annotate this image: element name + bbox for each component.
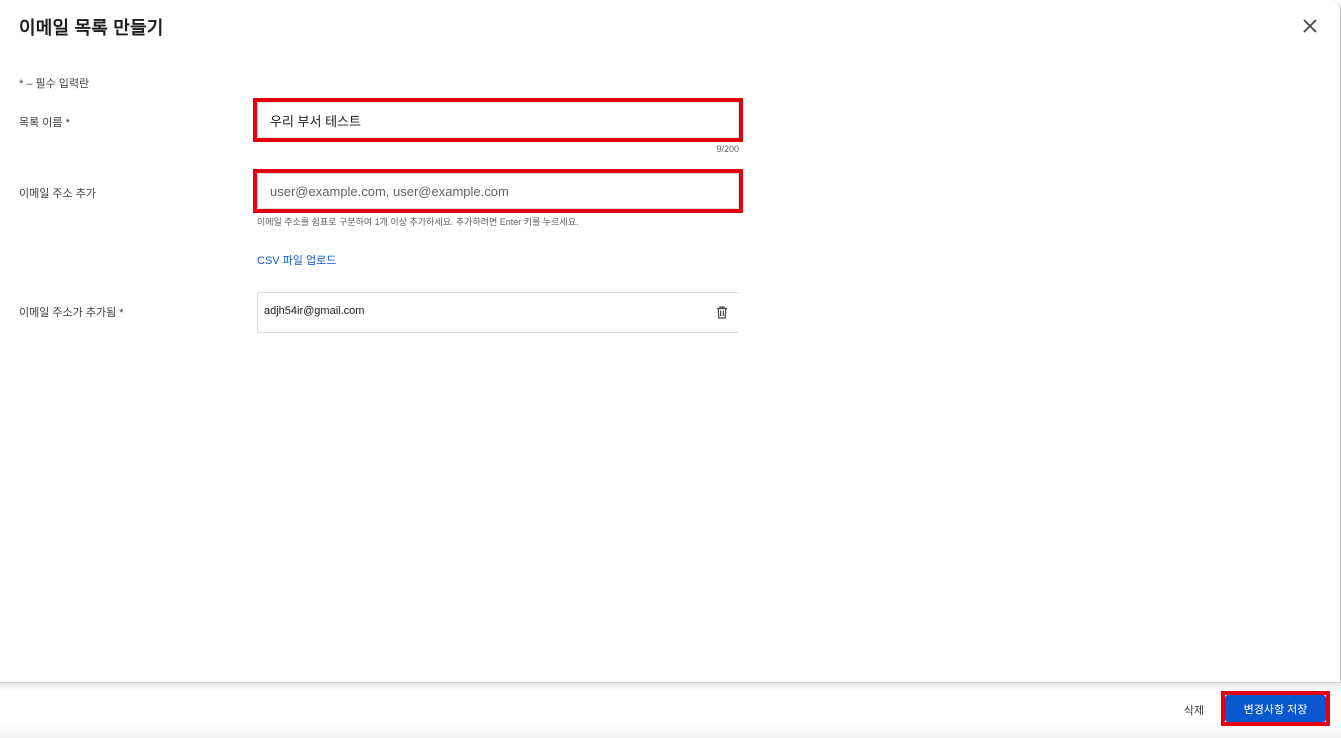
required-note: * – 필수 입력란	[19, 78, 90, 90]
list-name-counter: 9/200	[716, 144, 739, 154]
added-email-item: adjh54ir@gmail.com	[264, 305, 365, 317]
added-email-list: adjh54ir@gmail.com	[257, 292, 739, 333]
add-email-label: 이메일 주소 추가	[19, 188, 96, 200]
csv-upload-link[interactable]: CSV 파일 업로드	[257, 252, 336, 268]
add-email-helper-text: 이메일 주소를 쉼표로 구분하여 1개 이상 추가하세요. 추가하려면 Ente…	[257, 217, 579, 227]
close-button[interactable]	[1297, 13, 1323, 39]
add-email-input[interactable]	[257, 173, 739, 209]
close-icon	[1303, 19, 1317, 33]
list-name-input[interactable]	[257, 102, 739, 138]
dialog-title: 이메일 목록 만들기	[19, 18, 164, 38]
added-emails-label: 이메일 주소가 추가됨 *	[19, 307, 124, 319]
save-changes-button[interactable]: 변경사항 저장	[1225, 695, 1326, 722]
create-email-list-dialog: 이메일 목록 만들기 * – 필수 입력란 목록 이름 * 9/200 이메일 …	[0, 0, 1341, 738]
delete-button[interactable]: 삭제	[1176, 698, 1212, 722]
footer-bar	[0, 682, 1341, 738]
list-name-label: 목록 이름 *	[19, 117, 70, 129]
delete-email-button[interactable]	[714, 304, 730, 320]
trash-icon	[717, 305, 727, 319]
